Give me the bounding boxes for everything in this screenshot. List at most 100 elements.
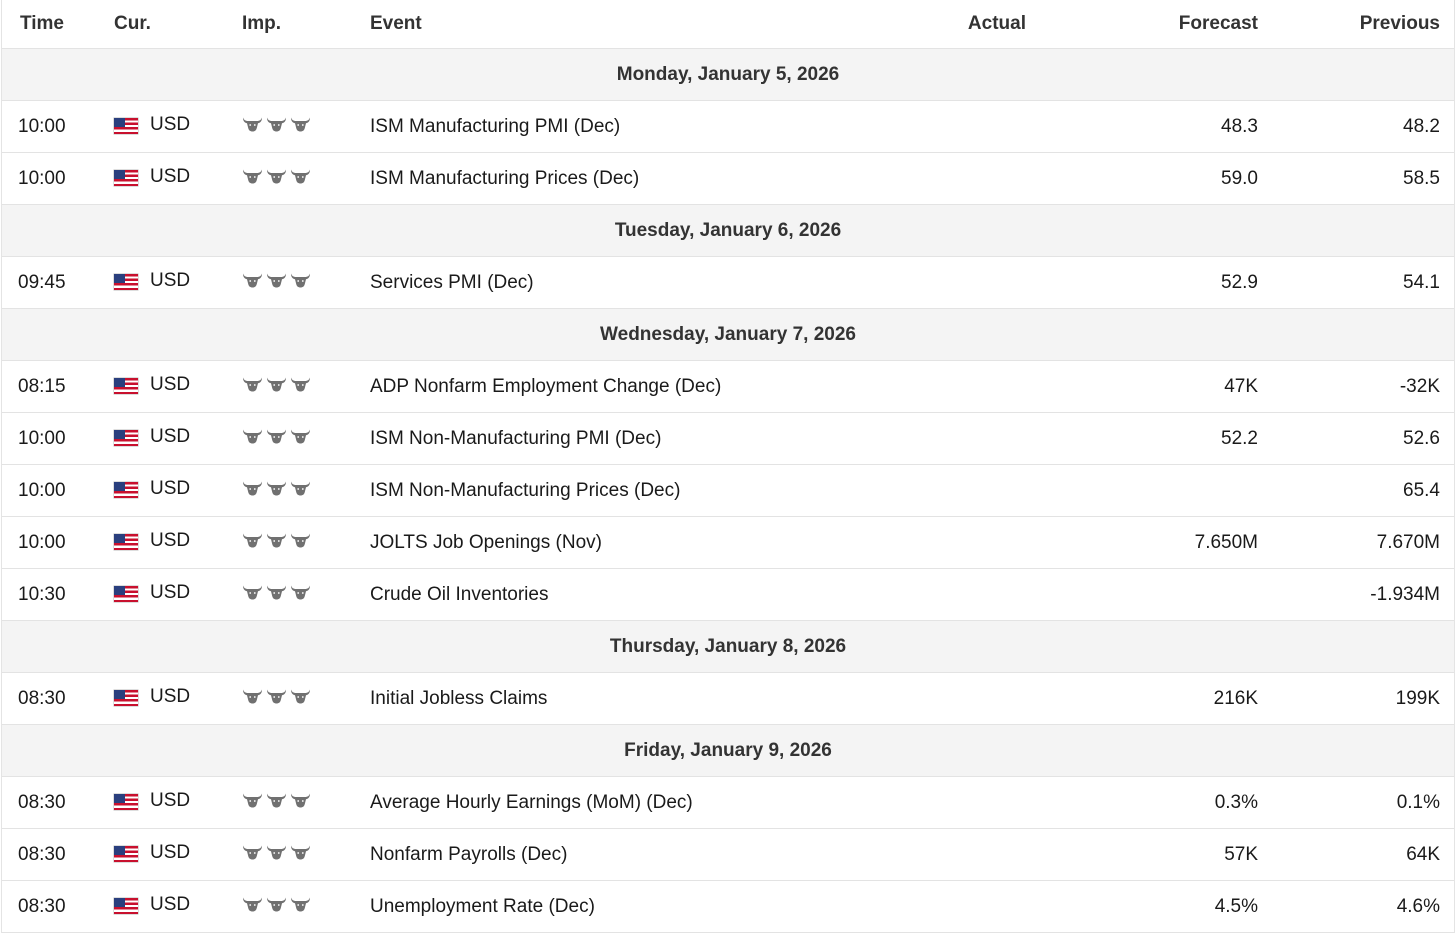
event-row[interactable]: 09:45 USD Services PMI (Dec) 52.9 54.1 [2,256,1454,309]
event-currency-cell: USD [114,516,242,569]
bull-icon [290,896,311,912]
event-currency: USD [150,530,191,551]
importance-bulls [242,168,311,184]
event-time: 10:00 [2,412,114,465]
us-flag-icon [114,118,138,134]
event-name[interactable]: Unemployment Rate (Dec) [370,880,894,933]
event-previous: 199K [1266,672,1454,725]
event-row[interactable]: 10:00 USD ISM Non-Manufacturing Prices (… [2,464,1454,517]
event-currency: USD [150,374,191,395]
date-label: Monday, January 5, 2026 [2,48,1454,101]
event-row[interactable]: 10:00 USD ISM Manufacturing Prices (Dec)… [2,152,1454,205]
bull-icon [266,376,287,392]
event-name[interactable]: ISM Manufacturing PMI (Dec) [370,100,894,153]
event-forecast: 57K [1026,828,1266,881]
event-actual [894,100,1026,153]
event-actual [894,568,1026,621]
event-currency-cell: USD [114,256,242,309]
event-importance [242,672,370,725]
bull-icon [266,532,287,548]
event-forecast: 0.3% [1026,776,1266,829]
event-name[interactable]: ISM Non-Manufacturing Prices (Dec) [370,464,894,517]
event-previous: 7.670M [1266,516,1454,569]
event-importance [242,360,370,413]
header-currency[interactable]: Cur. [114,0,242,49]
event-row[interactable]: 08:30 USD Unemployment Rate (Dec) 4.5% 4… [2,880,1454,933]
bull-icon [290,428,311,444]
event-row[interactable]: 08:15 USD ADP Nonfarm Employment Change … [2,360,1454,413]
importance-bulls [242,272,311,288]
bull-icon [242,168,263,184]
event-name[interactable]: ISM Non-Manufacturing PMI (Dec) [370,412,894,465]
event-row[interactable]: 08:30 USD Average Hourly Earnings (MoM) … [2,776,1454,829]
bull-icon [290,688,311,704]
event-currency: USD [150,790,191,811]
event-importance [242,568,370,621]
importance-bulls [242,480,311,496]
importance-bulls [242,116,311,132]
event-name[interactable]: Average Hourly Earnings (MoM) (Dec) [370,776,894,829]
event-forecast: 216K [1026,672,1266,725]
bull-icon [266,272,287,288]
event-previous: 65.4 [1266,464,1454,517]
us-flag-icon [114,170,138,186]
us-flag-icon [114,534,138,550]
event-previous: 58.5 [1266,152,1454,205]
event-name[interactable]: Services PMI (Dec) [370,256,894,309]
bull-icon [242,376,263,392]
bull-icon [242,428,263,444]
event-row[interactable]: 10:00 USD ISM Non-Manufacturing PMI (Dec… [2,412,1454,465]
us-flag-icon [114,274,138,290]
bull-icon [290,480,311,496]
event-forecast: 48.3 [1026,100,1266,153]
event-name[interactable]: Nonfarm Payrolls (Dec) [370,828,894,881]
event-time: 08:30 [2,828,114,881]
us-flag-icon [114,430,138,446]
event-currency: USD [150,478,191,499]
event-name[interactable]: Crude Oil Inventories [370,568,894,621]
event-time: 08:30 [2,776,114,829]
event-time: 08:30 [2,880,114,933]
importance-bulls [242,428,311,444]
event-name[interactable]: ADP Nonfarm Employment Change (Dec) [370,360,894,413]
bull-icon [266,168,287,184]
header-event[interactable]: Event [370,0,894,49]
bull-icon [242,896,263,912]
header-importance[interactable]: Imp. [242,0,370,49]
event-row[interactable]: 10:00 USD ISM Manufacturing PMI (Dec) 48… [2,100,1454,153]
event-currency-cell: USD [114,672,242,725]
event-row[interactable]: 10:30 USD Crude Oil Inventories -1.934M [2,568,1454,621]
event-actual [894,828,1026,881]
event-currency-cell: USD [114,568,242,621]
header-actual[interactable]: Actual [894,0,1026,49]
event-actual [894,880,1026,933]
event-previous: 48.2 [1266,100,1454,153]
bull-icon [242,584,263,600]
us-flag-icon [114,898,138,914]
event-time: 10:00 [2,516,114,569]
event-name[interactable]: Initial Jobless Claims [370,672,894,725]
event-row[interactable]: 10:00 USD JOLTS Job Openings (Nov) 7.650… [2,516,1454,569]
calendar-table: Time Cur. Imp. Event Actual Forecast Pre… [2,0,1454,933]
bull-icon [266,844,287,860]
event-time: 10:30 [2,568,114,621]
header-time[interactable]: Time [2,0,114,49]
event-previous: 52.6 [1266,412,1454,465]
importance-bulls [242,844,311,860]
event-importance [242,152,370,205]
bull-icon [290,116,311,132]
event-currency-cell: USD [114,412,242,465]
event-previous: 4.6% [1266,880,1454,933]
event-forecast: 52.9 [1026,256,1266,309]
header-previous[interactable]: Previous [1266,0,1454,49]
event-name[interactable]: ISM Manufacturing Prices (Dec) [370,152,894,205]
event-row[interactable]: 08:30 USD Nonfarm Payrolls (Dec) 57K 64K [2,828,1454,881]
event-name[interactable]: JOLTS Job Openings (Nov) [370,516,894,569]
header-forecast[interactable]: Forecast [1026,0,1266,49]
date-row: Monday, January 5, 2026 [2,48,1454,101]
event-row[interactable]: 08:30 USD Initial Jobless Claims 216K 19… [2,672,1454,725]
bull-icon [242,480,263,496]
event-forecast [1026,568,1266,621]
calendar-body: Monday, January 5, 2026 10:00 USD ISM Ma… [2,48,1454,933]
event-time: 09:45 [2,256,114,309]
